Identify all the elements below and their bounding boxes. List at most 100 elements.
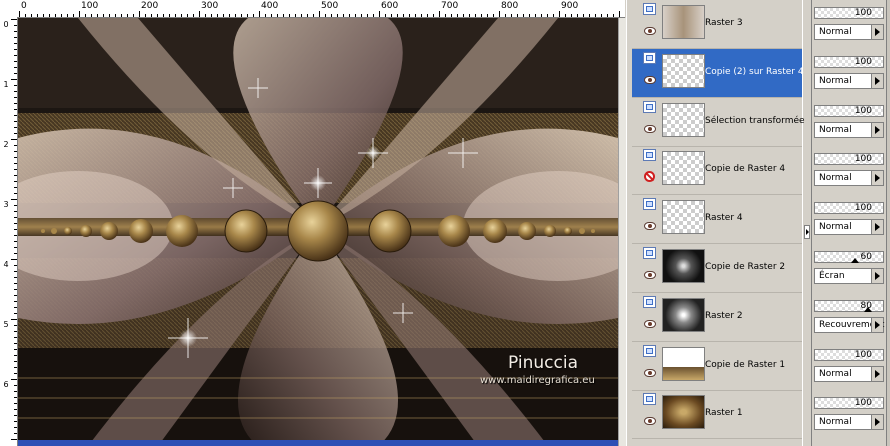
blend-mode-select[interactable]: Normal (814, 219, 884, 236)
ruler-tick (565, 14, 566, 17)
blend-mode-select[interactable]: Normal (814, 170, 884, 187)
raster-layer-icon (643, 149, 656, 162)
ruler-tick (529, 14, 530, 17)
dropdown-arrow-icon[interactable] (871, 122, 883, 137)
visibility-eye-icon[interactable] (644, 417, 656, 426)
dropdown-arrow-icon[interactable] (871, 171, 883, 186)
visibility-eye-icon[interactable] (644, 75, 656, 84)
ruler-tick (91, 14, 92, 17)
ruler-tick (241, 14, 242, 17)
opacity-slider[interactable]: 100 (814, 202, 884, 215)
ruler-tick (289, 14, 290, 17)
ruler-tick (559, 11, 560, 17)
visibility-eye-icon[interactable] (644, 319, 656, 328)
ruler-tick (14, 109, 17, 110)
ruler-label: 600 (381, 1, 399, 11)
image-canvas[interactable]: Pinuccia www.maidiregrafica.eu (18, 18, 618, 446)
visibility-eye-icon[interactable] (644, 368, 656, 377)
blend-mode-select[interactable]: Recouvrement (814, 316, 884, 333)
visibility-eye-icon[interactable] (644, 271, 656, 279)
canvas-vertical-scrollbar[interactable] (618, 18, 626, 446)
opacity-slider[interactable]: 80 (814, 299, 884, 312)
ruler-tick (14, 25, 17, 26)
raster-layer-icon (643, 393, 656, 406)
opacity-value: 100 (854, 8, 872, 18)
dropdown-arrow-icon[interactable] (871, 415, 883, 430)
dropdown-arrow-icon[interactable] (871, 73, 883, 88)
layer-properties: 100 Normal (812, 342, 886, 390)
ruler-tick (481, 14, 482, 17)
opacity-slider[interactable]: 100 (814, 104, 884, 117)
ruler-label: 800 (501, 1, 519, 11)
ruler-tick (409, 14, 410, 17)
ruler-tick (211, 14, 212, 17)
ruler-label: 200 (141, 1, 159, 11)
opacity-marker-icon[interactable] (850, 258, 859, 263)
ruler-tick (14, 415, 17, 416)
opacity-value: 60 (860, 252, 872, 262)
opacity-slider[interactable]: 100 (814, 55, 884, 68)
ruler-tick (361, 14, 362, 17)
ruler-tick (11, 259, 17, 260)
blend-mode-select[interactable]: Normal (814, 24, 884, 40)
blend-mode-select[interactable]: Écran (814, 268, 884, 284)
layer-row[interactable]: Sélection transformée (632, 98, 805, 147)
ruler-tick (277, 14, 278, 17)
blend-mode-label: Normal (819, 222, 852, 233)
ruler-tick (14, 427, 17, 428)
dropdown-arrow-icon[interactable] (871, 317, 883, 332)
dropdown-arrow-icon[interactable] (871, 25, 883, 39)
layer-thumbnail (662, 53, 705, 88)
ruler-tick (14, 325, 17, 326)
opacity-slider[interactable]: 100 (814, 153, 884, 166)
layer-properties: 100 Normal (812, 390, 886, 438)
vertical-ruler: 0 1 2 3 4 5 6 (0, 17, 18, 446)
layer-row[interactable]: Copie de Raster 1 (632, 342, 802, 391)
opacity-slider[interactable]: 100 (814, 397, 884, 410)
blend-mode-select[interactable]: Normal (814, 72, 884, 89)
splitter-grip-icon[interactable] (804, 225, 810, 239)
ruler-tick (14, 421, 17, 422)
ruler-label: 3 (3, 200, 9, 209)
ruler-tick (511, 14, 512, 17)
ruler-tick (577, 14, 578, 17)
opacity-slider[interactable]: 100 (814, 7, 884, 19)
opacity-slider[interactable]: 60 (814, 251, 884, 263)
layer-name: Raster 3 (705, 18, 743, 28)
dropdown-arrow-icon[interactable] (871, 269, 883, 283)
visibility-eye-icon[interactable] (644, 27, 656, 35)
visibility-eye-icon[interactable] (644, 124, 656, 133)
ruler-tick (61, 14, 62, 17)
layer-properties: 100 Normal (812, 195, 886, 243)
blend-mode-select[interactable]: Normal (814, 121, 884, 138)
ruler-tick (14, 403, 17, 404)
dropdown-arrow-icon[interactable] (871, 366, 883, 381)
layer-row[interactable]: Copie (2) sur Raster 4 (632, 48, 804, 98)
ruler-tick (49, 14, 50, 17)
layers-scrollbar[interactable] (886, 0, 890, 446)
blend-mode-select[interactable]: Normal (814, 365, 884, 382)
canvas-horizontal-scrollbar[interactable] (18, 440, 618, 446)
layer-row[interactable]: Raster 3 (632, 0, 802, 49)
blend-mode-select[interactable]: Normal (814, 414, 884, 431)
visibility-eye-icon[interactable] (644, 222, 656, 231)
ruler-tick (14, 121, 17, 122)
ruler-tick (14, 355, 17, 356)
ruler-tick (14, 97, 17, 98)
ruler-label: 1 (3, 80, 9, 89)
ruler-tick (14, 61, 17, 62)
layer-row[interactable]: Raster 2 (632, 293, 802, 342)
ruler-tick (14, 169, 17, 170)
layer-thumbnail (662, 5, 705, 39)
layer-row[interactable]: Copie de Raster 4 (632, 146, 802, 196)
ruler-tick (205, 14, 206, 17)
visibility-hidden-icon[interactable] (644, 171, 655, 183)
layer-row[interactable]: Raster 1 (632, 390, 802, 440)
opacity-marker-icon[interactable] (863, 306, 872, 312)
dropdown-arrow-icon[interactable] (871, 220, 883, 235)
opacity-slider[interactable]: 100 (814, 348, 884, 361)
ruler-tick (14, 391, 17, 392)
layer-row[interactable]: Raster 4 (632, 195, 802, 245)
layer-row[interactable]: Copie de Raster 2 (632, 244, 802, 293)
ruler-tick (493, 14, 494, 17)
